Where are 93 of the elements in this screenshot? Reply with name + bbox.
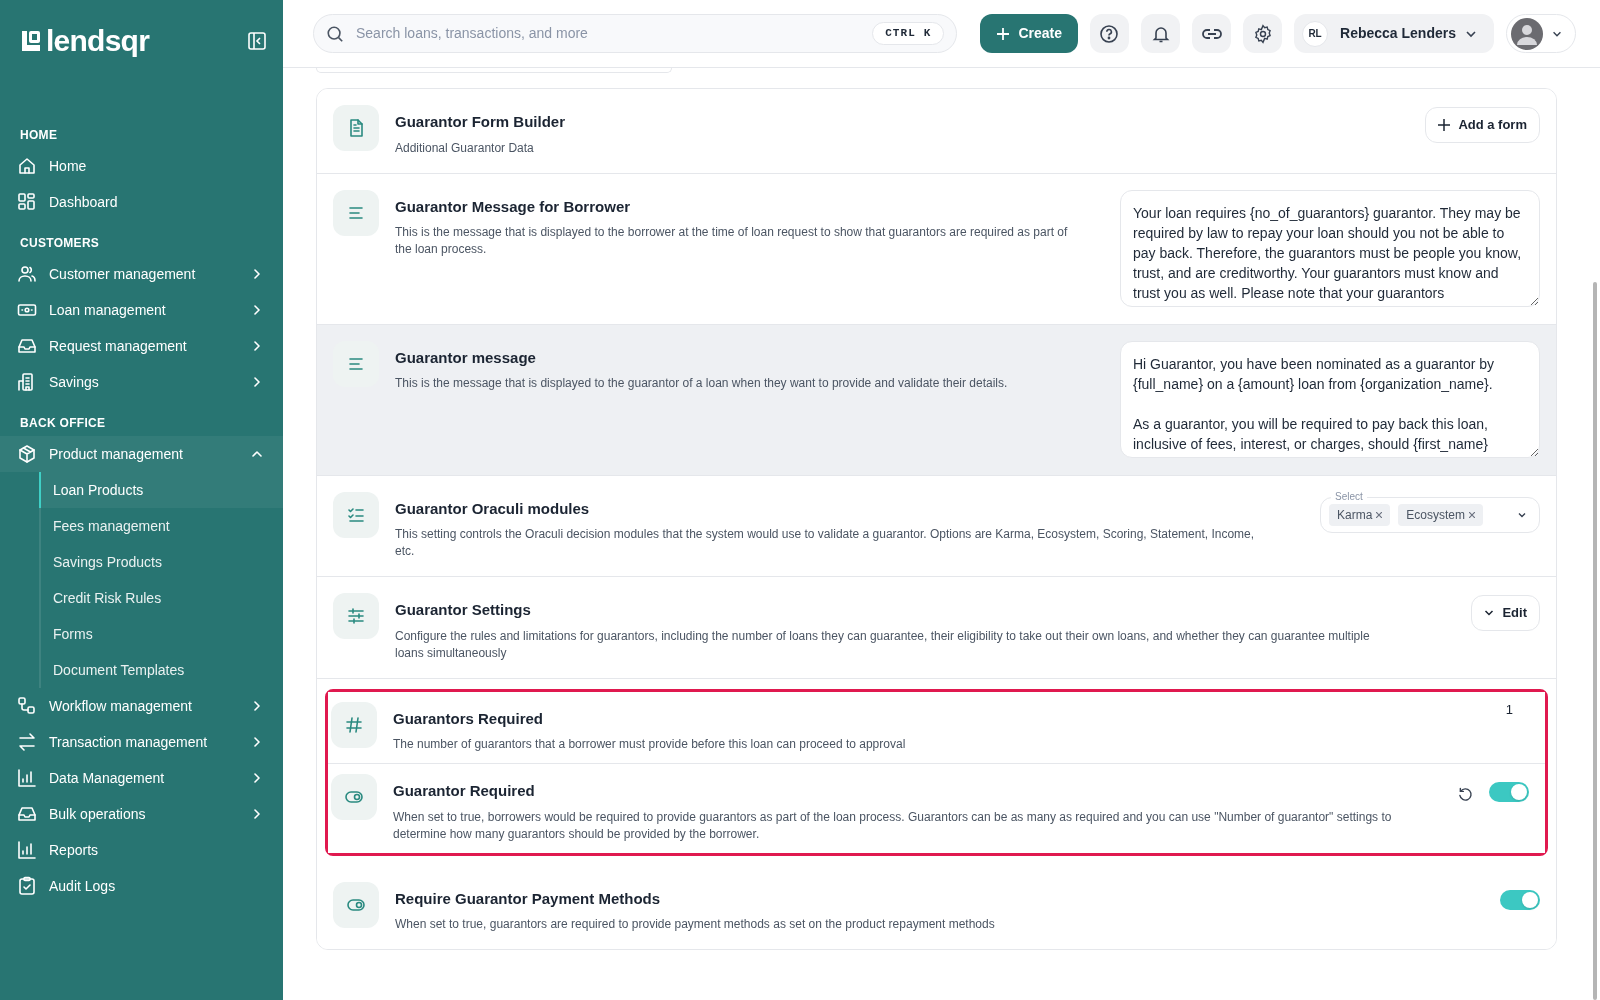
sidebar-item[interactable]: Request management [0,328,283,364]
user-initials: RL [1302,20,1329,47]
sidebar-item[interactable]: Product management [0,436,283,472]
setting-description: When set to true, guarantors are required to provide payment methods as set on the product repayment methods [395,916,996,933]
home-icon [17,156,37,176]
message-field[interactable]: Hi Guarantor, you have been nominated as a guarantor by {full_name} on a {amount} loan from {organization_name}. As a guarantor, you will be required to pay back this loan, inclusive of fees, interest, or charges, should {first_name} [1120,340,1540,458]
bar-chart-icon [17,768,37,788]
inbox-icon [17,336,37,356]
module-tag[interactable]: Karma [1329,503,1391,526]
setting-title: Guarantor Form Builder [395,112,567,132]
section-heading: CUSTOMERS [19,235,101,252]
inbox-icon [17,804,37,824]
setting-title: Guarantor Oraculi modules [395,498,591,519]
settings-icon [1252,23,1273,44]
settings-button[interactable] [1243,14,1283,53]
remove-icon[interactable] [1469,511,1476,518]
sidebar-item[interactable]: Audit Logs [0,868,283,904]
chevron-right-icon [251,808,263,820]
collapse-sidebar-icon[interactable] [247,31,267,51]
submenu-item[interactable]: Savings Products [39,544,283,580]
chevron-right-icon [251,304,263,316]
shortcut-hint: CTRL K [872,22,945,45]
logo-icon [20,29,42,53]
create-button[interactable]: Create [980,14,1078,53]
sidebar-item[interactable]: Data Management [0,760,283,796]
setting-title: Guarantor message [395,347,537,368]
scrollbar-thumb[interactable] [1593,282,1597,1000]
chevron-right-icon [251,736,263,748]
notifications-button[interactable] [1141,14,1180,53]
sidebar-item[interactable]: Bulk operations [0,796,283,832]
setting-description: Configure the rules and limitations for guarantors, including the number of loans they can guarantee, their eligibility to take out their own loans, and whether they can guarantee multiple loans simultaneously [395,627,1371,662]
plus-icon [1438,119,1451,131]
add-form-button[interactable]: Add a form [1425,107,1540,143]
plus-icon [996,26,1011,41]
search-icon [326,24,344,43]
setting-description: Additional Guarantor Data [395,139,535,157]
module-tag[interactable]: Ecosystem [1398,503,1484,526]
sliders-icon [346,606,366,626]
edit-button[interactable]: Edit [1471,595,1540,631]
search-bar[interactable]: Search loans, transactions, and more CTRL K [313,14,958,53]
sidebar-item[interactable]: Transaction management [0,724,283,760]
toggle-switch[interactable] [1500,889,1540,910]
remove-icon[interactable] [1376,511,1383,518]
help-icon [1099,23,1120,44]
setting-description: This is the message that is displayed to the borrower at the time of loan request to show that guarantors are required as part of the loan process. [395,224,1069,258]
sidebar-item[interactable]: Savings [0,364,283,400]
user-menu[interactable]: RL Rebecca Lenders [1294,14,1494,53]
sidebar-item[interactable]: Workflow management [0,688,283,724]
submenu-item[interactable]: Credit Risk Rules [39,580,283,616]
setting-title: Require Guarantor Payment Methods [395,888,662,909]
setting-description: This is the message that is displayed to the guarantor of a loan when they want to provide and validate their details. [395,375,1009,392]
brand-name: lendsqr [46,26,150,56]
section-heading: BACK OFFICE [19,415,107,432]
help-button[interactable] [1090,14,1129,53]
reset-icon[interactable] [1458,787,1473,802]
clipboard-icon [17,876,37,896]
setting-title: Guarantor Message for Borrower [395,196,632,217]
chevron-down-icon [1484,608,1495,618]
setting-title: Guarantor Settings [395,600,532,620]
guarantor-count[interactable]: 1 [1505,699,1513,719]
workflow-icon [17,696,37,716]
submenu-item[interactable]: Fees management [39,508,283,544]
submenu-item[interactable]: Document Templates [39,652,283,688]
avatar-icon [1511,17,1543,50]
sidebar-item[interactable]: Customer management [0,256,283,292]
submenu-item[interactable]: Loan Products [39,472,283,508]
setting-description: This setting controls the Oraculi decision modules that the system would use to validate a guarantor. Options are Karma, Ecosystem, Scoring, Statement, Income, etc. [395,526,1255,560]
chevron-right-icon [251,772,263,784]
hash-icon [344,714,364,735]
message-field[interactable]: Your loan requires {no_of_guarantors} guarantor. They may be required by law to repay your loan should you not be able to pay back. Therefore, the guarantors must be people you know, trust, and are creditworthy. Your guarantors must know and trust you as well. Please note that your guarantors [1120,189,1540,307]
bar-chart-icon [17,840,37,860]
sidebar-item[interactable]: Reports [0,832,283,868]
sidebar-item[interactable]: Home [0,148,283,184]
sidebar-item[interactable]: Loan management [0,292,283,328]
box-icon [17,444,37,464]
link-button[interactable] [1192,14,1232,53]
dashboard-icon [17,192,37,212]
setting-description: The number of guarantors that a borrower must provide before this loan can proceed to approval [393,736,907,753]
users-icon [17,264,37,284]
arrows-icon [17,732,37,752]
toggle-switch[interactable] [1489,782,1529,802]
chevron-right-icon [251,700,263,712]
chevron-up-icon [251,448,263,460]
setting-description: When set to true, borrowers would be required to provide guarantors as part of the loan process. Guarantors can be as many as required and you can use "Number of guarantor" settings to determine how many guarantors should be provided by the borrower. [393,808,1393,843]
submenu-item[interactable]: Forms [39,616,283,652]
chevron-right-icon [251,340,263,352]
sidebar-item[interactable]: Dashboard [0,184,283,220]
chevron-right-icon [251,376,263,388]
setting-title: Guarantor Required [393,781,536,801]
setting-title: Guarantors Required [393,708,545,729]
chevron-right-icon [251,268,263,280]
section-heading: HOME [19,127,59,144]
search-field[interactable]: Search loans, transactions, and more [356,23,861,44]
